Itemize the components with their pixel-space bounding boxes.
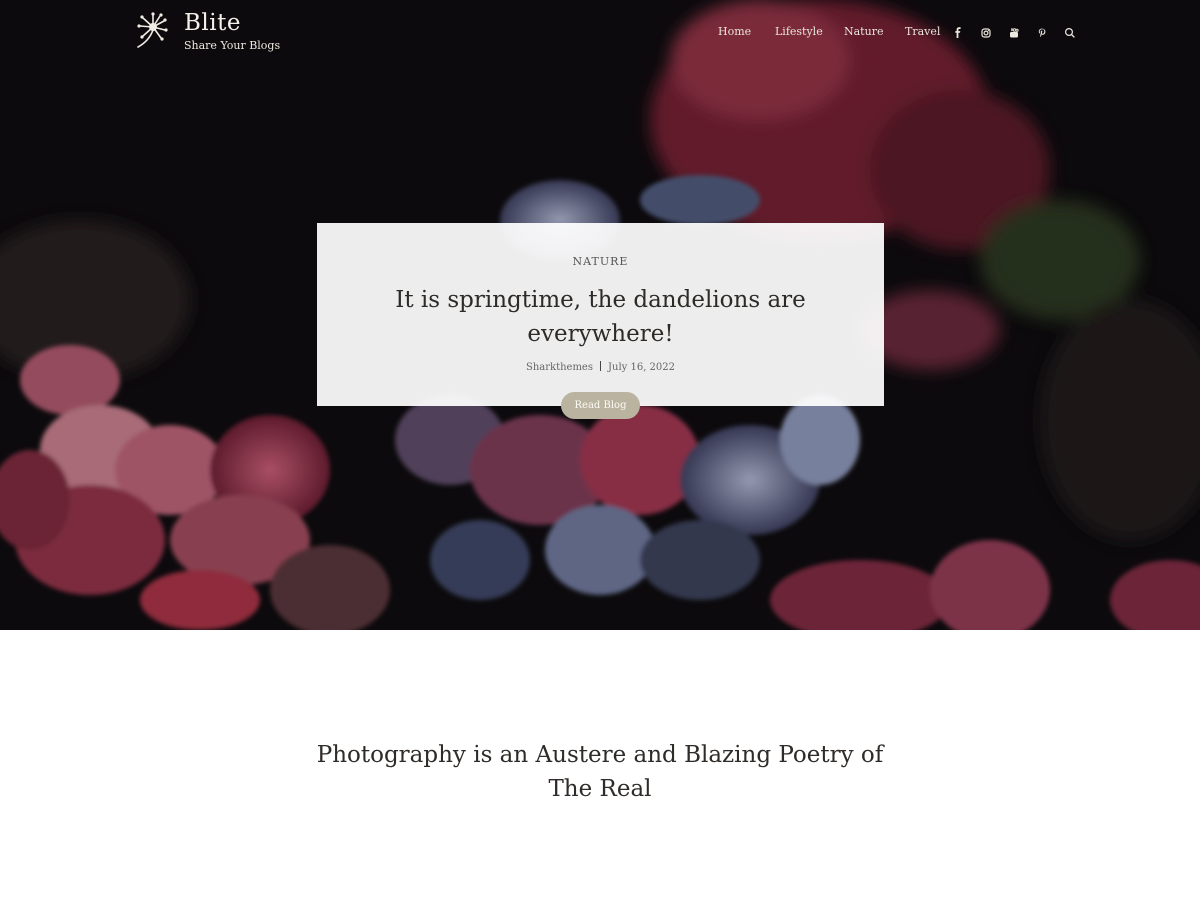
read-blog-button[interactable]: Read Blog [561, 392, 640, 419]
nav-item-lifestyle[interactable]: Lifestyle [775, 25, 823, 38]
site-tagline: Share Your Blogs [184, 39, 281, 52]
nav-item-nature[interactable]: Nature [844, 25, 883, 38]
post-meta: Sharkthemes July 16, 2022 [317, 361, 884, 373]
nav-item-travel[interactable]: Travel [905, 25, 940, 38]
nav-item-home[interactable]: Home [718, 25, 751, 38]
instagram-icon[interactable] [979, 26, 993, 40]
site-header: Blite Share Your Blogs Home Lifestyle Na… [0, 0, 1200, 70]
meta-separator [600, 361, 601, 371]
pinterest-icon[interactable] [1035, 26, 1049, 40]
youtube-icon[interactable] [1007, 26, 1021, 40]
post-date[interactable]: July 16, 2022 [608, 362, 675, 373]
dandelion-icon[interactable] [134, 11, 170, 51]
site-title[interactable]: Blite [184, 10, 241, 36]
featured-post-card: NATURE It is springtime, the dandelions … [317, 223, 884, 406]
post-author[interactable]: Sharkthemes [526, 362, 593, 373]
post-category[interactable]: NATURE [317, 255, 884, 268]
post-title[interactable]: It is springtime, the dandelions are eve… [357, 283, 844, 351]
section-heading: Photography is an Austere and Blazing Po… [316, 742, 884, 802]
facebook-icon[interactable] [951, 26, 965, 40]
search-icon[interactable] [1063, 26, 1077, 40]
